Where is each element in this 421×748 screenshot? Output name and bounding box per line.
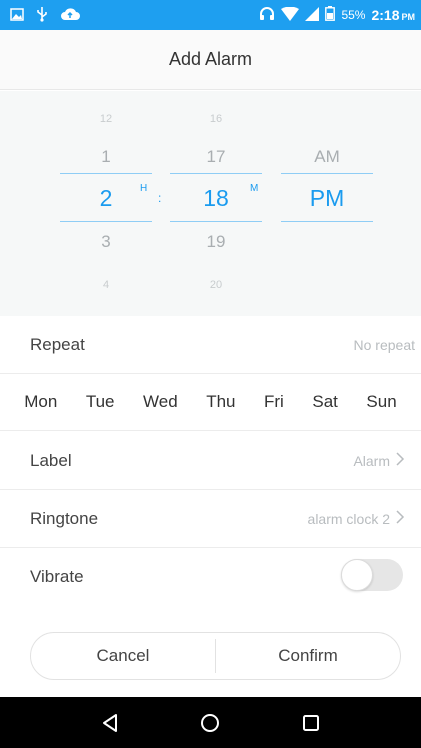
period-selected: PM xyxy=(309,185,345,211)
day-tue[interactable]: Tue xyxy=(84,388,117,416)
battery-icon xyxy=(325,6,336,24)
headset-icon xyxy=(259,6,275,24)
vibrate-row: Vibrate xyxy=(0,548,421,606)
vibrate-toggle[interactable] xyxy=(341,558,403,591)
repeat-value: No repeat xyxy=(353,336,415,353)
ringtone-row[interactable]: Ringtone alarm clock 2 xyxy=(0,490,421,548)
minute-below: 19 xyxy=(206,232,226,251)
label-row[interactable]: Label Alarm xyxy=(0,432,421,490)
action-buttons: Cancel Confirm xyxy=(30,632,401,680)
wifi-icon xyxy=(281,6,300,24)
hour-wheel[interactable]: 12 1 2 3 4 xyxy=(60,91,152,316)
day-sun[interactable]: Sun xyxy=(364,388,398,416)
minute-far-above: 16 xyxy=(209,113,223,125)
usb-icon xyxy=(36,6,48,27)
period-above: AM xyxy=(314,147,340,166)
hour-far-above: 12 xyxy=(99,113,113,125)
time-separator: : xyxy=(158,191,162,205)
minute-selected: 18 xyxy=(203,185,229,211)
period-wheel[interactable]: AM PM xyxy=(281,91,373,316)
repeat-row[interactable]: Repeat No repeat xyxy=(0,316,421,374)
status-bar-left xyxy=(10,6,80,27)
home-icon[interactable] xyxy=(190,703,230,743)
weekday-selector: Mon Tue Wed Thu Fri Sat Sun xyxy=(0,373,421,431)
page-title: Add Alarm xyxy=(168,49,253,69)
ringtone-value-wrap: alarm clock 2 xyxy=(308,508,421,529)
label-row-value-wrap: Alarm xyxy=(353,450,421,471)
hour-below: 3 xyxy=(101,232,111,251)
ringtone-label: Ringtone xyxy=(30,508,99,528)
signal-icon xyxy=(305,6,320,24)
day-wed[interactable]: Wed xyxy=(141,388,180,416)
hour-selection-line-top xyxy=(60,173,152,174)
hour-selection-line-bottom xyxy=(60,221,152,222)
minute-above: 17 xyxy=(206,147,226,166)
label-row-label: Label xyxy=(30,450,72,470)
minute-selection-line-bottom xyxy=(170,221,262,222)
minute-wheel[interactable]: 16 17 18 19 20 xyxy=(170,91,262,316)
period-selection-line-bottom xyxy=(281,221,373,222)
repeat-label: Repeat xyxy=(30,334,85,354)
status-time: 2:18 xyxy=(371,7,400,23)
minute-unit-label: M xyxy=(250,183,259,194)
day-sat[interactable]: Sat xyxy=(310,388,340,416)
cloud-upload-icon xyxy=(60,7,80,26)
title-bar: Add Alarm xyxy=(0,30,421,90)
vibrate-toggle-wrap xyxy=(341,558,421,596)
minute-selection-line-top xyxy=(170,173,262,174)
time-picker: 12 1 2 3 4 H : 16 17 18 19 20 M AM PM xyxy=(0,91,421,316)
hour-above: 1 xyxy=(101,147,111,166)
battery-percent: 55% xyxy=(341,8,366,22)
hour-far-below: 4 xyxy=(102,279,110,291)
day-fri[interactable]: Fri xyxy=(262,388,286,416)
period-selection-line-top xyxy=(281,173,373,174)
hour-unit-label: H xyxy=(140,183,148,194)
minute-far-below: 20 xyxy=(209,279,223,291)
back-icon[interactable] xyxy=(90,703,130,743)
toggle-knob xyxy=(341,558,373,591)
recents-icon[interactable] xyxy=(291,703,331,743)
status-bar-right: 55% 2:18 PM xyxy=(259,6,415,24)
status-ampm: PM xyxy=(401,12,416,22)
status-bar: 55% 2:18 PM xyxy=(0,0,421,30)
label-row-value: Alarm xyxy=(353,452,390,469)
day-mon[interactable]: Mon xyxy=(22,388,59,416)
day-thu[interactable]: Thu xyxy=(204,388,237,416)
ringtone-value: alarm clock 2 xyxy=(307,510,390,527)
chevron-right-icon xyxy=(396,450,405,471)
hour-selected: 2 xyxy=(99,185,113,211)
cancel-button[interactable]: Cancel xyxy=(31,633,215,679)
chevron-right-icon xyxy=(396,508,405,529)
navigation-bar xyxy=(0,697,421,748)
confirm-button[interactable]: Confirm xyxy=(216,633,400,679)
image-icon xyxy=(10,7,24,26)
vibrate-label: Vibrate xyxy=(30,567,84,586)
